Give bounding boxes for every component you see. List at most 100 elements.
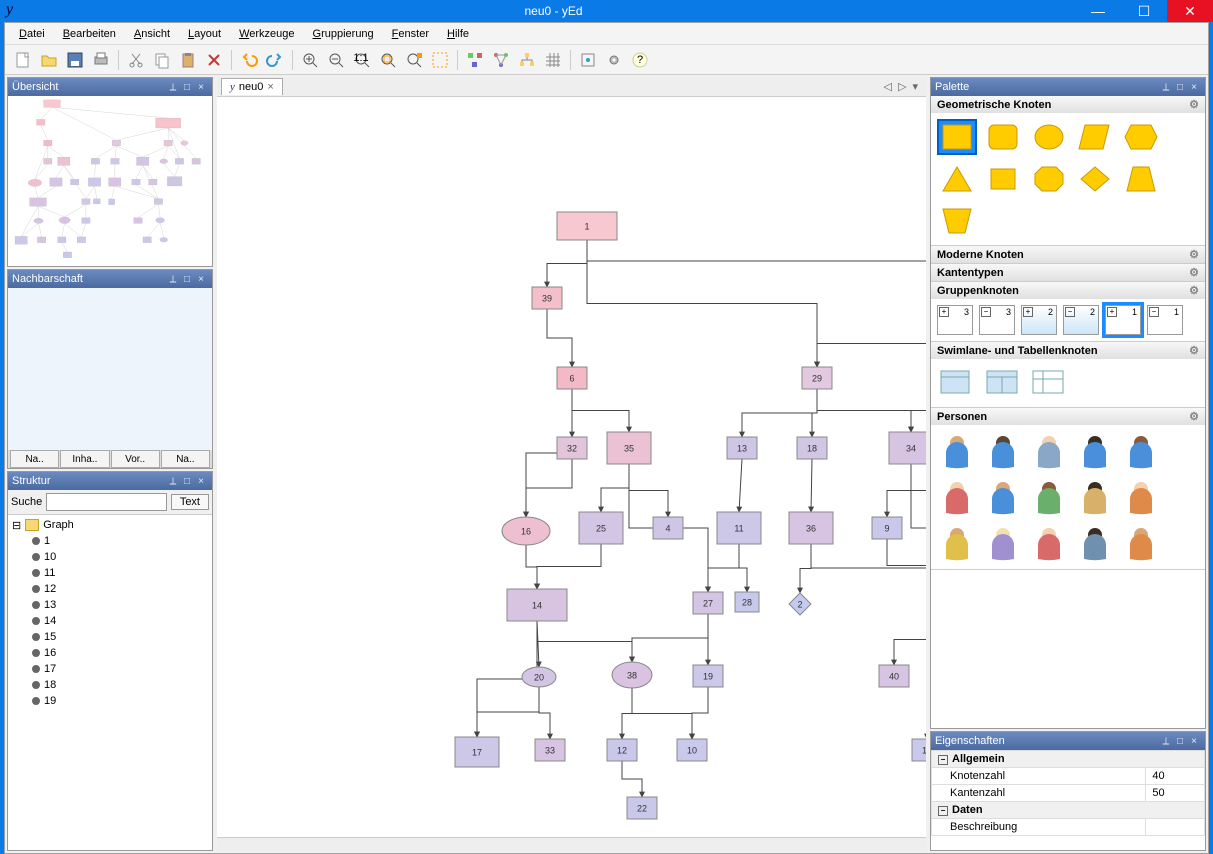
paste-icon[interactable] — [176, 48, 200, 72]
tree-node[interactable]: 18 — [12, 677, 208, 693]
shape-roundrect[interactable] — [983, 119, 1023, 155]
person-shape[interactable] — [1121, 523, 1161, 563]
prop-group-data[interactable]: Daten — [952, 804, 983, 816]
tree-node[interactable]: 12 — [12, 581, 208, 597]
groupnode-shape[interactable]: −3 — [979, 305, 1015, 335]
person-shape[interactable] — [937, 431, 977, 471]
shape-rectangle[interactable] — [937, 119, 977, 155]
save-file-icon[interactable] — [63, 48, 87, 72]
tab-close-icon[interactable]: × — [267, 81, 273, 93]
help-icon[interactable]: ? — [628, 48, 652, 72]
gear-icon[interactable]: ⚙ — [1189, 410, 1199, 423]
tree-node[interactable]: 17 — [12, 661, 208, 677]
tree-node[interactable]: 16 — [12, 645, 208, 661]
section-persons[interactable]: Personen — [937, 411, 987, 423]
groupnode-shape[interactable]: −1 — [1147, 305, 1183, 335]
menu-bearbeiten[interactable]: Bearbeiten — [55, 26, 124, 42]
panel-pin-icon[interactable]: ⟂ — [166, 272, 180, 286]
left-tab[interactable]: Na.. — [161, 450, 210, 468]
shape-ellipse[interactable] — [1029, 119, 1069, 155]
tab-list-icon[interactable]: ▾ — [912, 80, 918, 93]
swimlane-shape[interactable] — [937, 365, 977, 401]
maximize-button[interactable]: ☐ — [1121, 0, 1167, 22]
close-button[interactable]: ✕ — [1167, 0, 1213, 22]
tab-next-icon[interactable]: ▷ — [898, 80, 906, 93]
shape-parallelogram[interactable] — [1075, 119, 1115, 155]
gear-icon[interactable]: ⚙ — [1189, 98, 1199, 111]
panel-max-icon[interactable]: □ — [180, 272, 194, 286]
tree-root[interactable]: ⊟Graph — [12, 517, 208, 533]
undo-icon[interactable] — [237, 48, 261, 72]
settings-icon[interactable] — [602, 48, 626, 72]
section-geom[interactable]: Geometrische Knoten — [937, 99, 1051, 111]
menu-hilfe[interactable]: Hilfe — [439, 26, 477, 42]
search-input[interactable] — [46, 493, 167, 511]
graph-canvas[interactable]: 1397629533235131834312430162541136937231… — [217, 97, 926, 837]
swimlane-shape[interactable] — [983, 365, 1023, 401]
tree-node[interactable]: 11 — [12, 565, 208, 581]
shape-octagon[interactable] — [1029, 161, 1069, 197]
person-shape[interactable] — [983, 477, 1023, 517]
tree-node[interactable]: 1 — [12, 533, 208, 549]
prop-desc-value[interactable] — [1146, 819, 1205, 836]
gear-icon[interactable]: ⚙ — [1189, 344, 1199, 357]
left-tab[interactable]: Inha.. — [60, 450, 109, 468]
shape-square3d[interactable] — [983, 161, 1023, 197]
open-file-icon[interactable] — [37, 48, 61, 72]
zoom-area-icon[interactable] — [402, 48, 426, 72]
section-swim[interactable]: Swimlane- und Tabellenknoten — [937, 345, 1098, 357]
redo-icon[interactable] — [263, 48, 287, 72]
print-icon[interactable] — [89, 48, 113, 72]
zoom-11-icon[interactable]: 1:1 — [350, 48, 374, 72]
tree-node[interactable]: 19 — [12, 693, 208, 709]
panel-max-icon[interactable]: □ — [180, 474, 194, 488]
groupnode-shape[interactable]: +2 — [1021, 305, 1057, 335]
shape-hexagon[interactable] — [1121, 119, 1161, 155]
table-shape[interactable] — [1029, 365, 1069, 401]
tree-node[interactable]: 15 — [12, 629, 208, 645]
person-shape[interactable] — [1075, 523, 1115, 563]
person-shape[interactable] — [1075, 477, 1115, 517]
section-groups[interactable]: Gruppenknoten — [937, 285, 1019, 297]
layout-2-icon[interactable] — [489, 48, 513, 72]
snap-icon[interactable] — [576, 48, 600, 72]
panel-close-icon[interactable]: × — [194, 272, 208, 286]
menu-layout[interactable]: Layout — [180, 26, 229, 42]
groupnode-shape[interactable]: +1 — [1105, 305, 1141, 335]
tree-node[interactable]: 10 — [12, 549, 208, 565]
search-text-button[interactable]: Text — [171, 494, 209, 510]
cut-icon[interactable] — [124, 48, 148, 72]
panel-close-icon[interactable]: × — [1187, 734, 1201, 748]
groupnode-shape[interactable]: −2 — [1063, 305, 1099, 335]
panel-close-icon[interactable]: × — [194, 80, 208, 94]
horizontal-scrollbar[interactable] — [217, 837, 926, 851]
fit-selection-icon[interactable] — [428, 48, 452, 72]
panel-close-icon[interactable]: × — [1187, 80, 1201, 94]
person-shape[interactable] — [983, 431, 1023, 471]
menu-gruppierung[interactable]: Gruppierung — [305, 26, 382, 42]
menu-datei[interactable]: Datei — [11, 26, 53, 42]
section-edges[interactable]: Kantentypen — [937, 267, 1004, 279]
left-tab[interactable]: Vor.. — [111, 450, 160, 468]
person-shape[interactable] — [1029, 523, 1069, 563]
panel-max-icon[interactable]: □ — [1173, 80, 1187, 94]
shape-diamond[interactable] — [1075, 161, 1115, 197]
copy-icon[interactable] — [150, 48, 174, 72]
gear-icon[interactable]: ⚙ — [1189, 284, 1199, 297]
layout-1-icon[interactable] — [463, 48, 487, 72]
panel-close-icon[interactable]: × — [194, 474, 208, 488]
tab-prev-icon[interactable]: ◁ — [884, 80, 892, 93]
person-shape[interactable] — [983, 523, 1023, 563]
person-shape[interactable] — [1075, 431, 1115, 471]
prop-group-general[interactable]: Allgemein — [952, 753, 1005, 765]
groupnode-shape[interactable]: +3 — [937, 305, 973, 335]
overview-body[interactable] — [8, 96, 212, 266]
person-shape[interactable] — [1029, 477, 1069, 517]
panel-pin-icon[interactable]: ⟂ — [166, 474, 180, 488]
menu-fenster[interactable]: Fenster — [384, 26, 437, 42]
layout-3-icon[interactable] — [515, 48, 539, 72]
panel-pin-icon[interactable]: ⟂ — [1159, 80, 1173, 94]
person-shape[interactable] — [937, 477, 977, 517]
panel-max-icon[interactable]: □ — [1173, 734, 1187, 748]
gear-icon[interactable]: ⚙ — [1189, 266, 1199, 279]
